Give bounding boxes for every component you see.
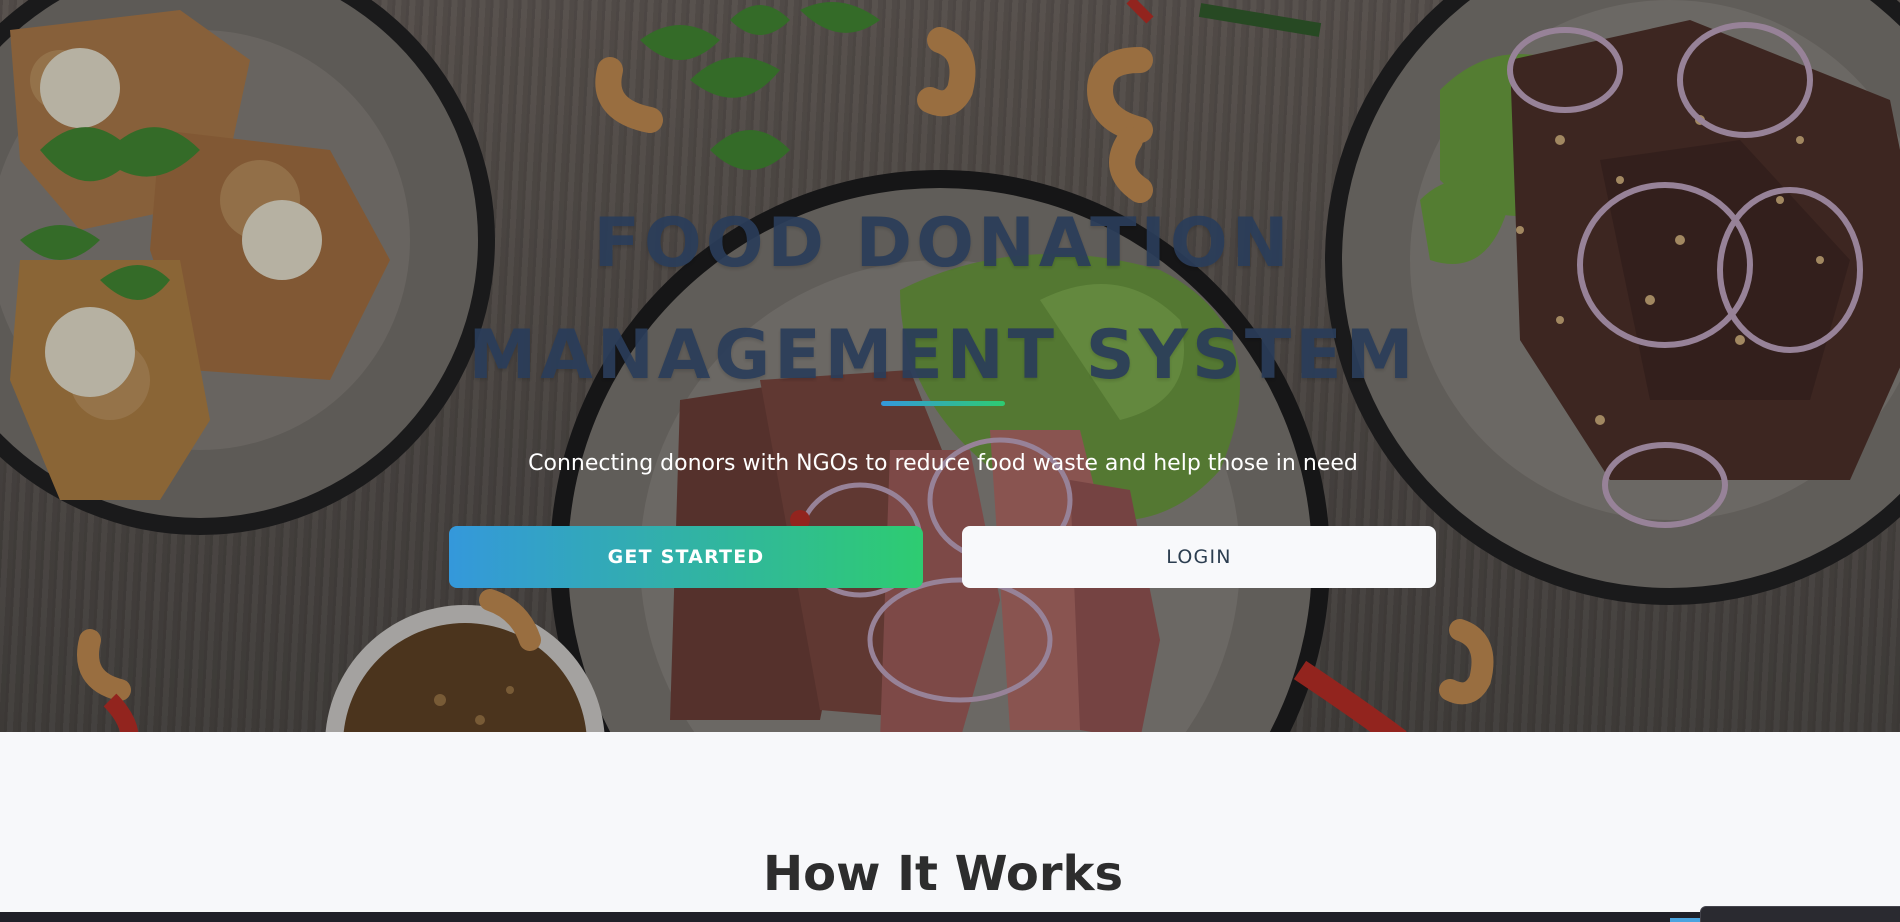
hero-title-line2: MANAGEMENT SYSTEM	[468, 316, 1418, 395]
os-taskbar	[0, 912, 1900, 922]
login-button[interactable]: LOGIN	[962, 526, 1436, 588]
hero-subtitle: Connecting donors with NGOs to reduce fo…	[528, 451, 1358, 476]
title-underline	[881, 401, 1005, 406]
page: FOOD DONATION MANAGEMENT SYSTEM Connecti…	[0, 0, 1900, 922]
how-it-works-heading: How It Works	[762, 846, 1124, 902]
hero-section: FOOD DONATION MANAGEMENT SYSTEM Connecti…	[0, 0, 1900, 732]
taskbar-active-indicator	[1670, 918, 1702, 922]
get-started-button[interactable]: GET STARTED	[449, 526, 923, 588]
taskbar-popup-edge	[1700, 906, 1900, 922]
hero-title: FOOD DONATION MANAGEMENT SYSTEM	[0, 188, 1886, 412]
hero-title-line1: FOOD DONATION	[593, 204, 1293, 283]
